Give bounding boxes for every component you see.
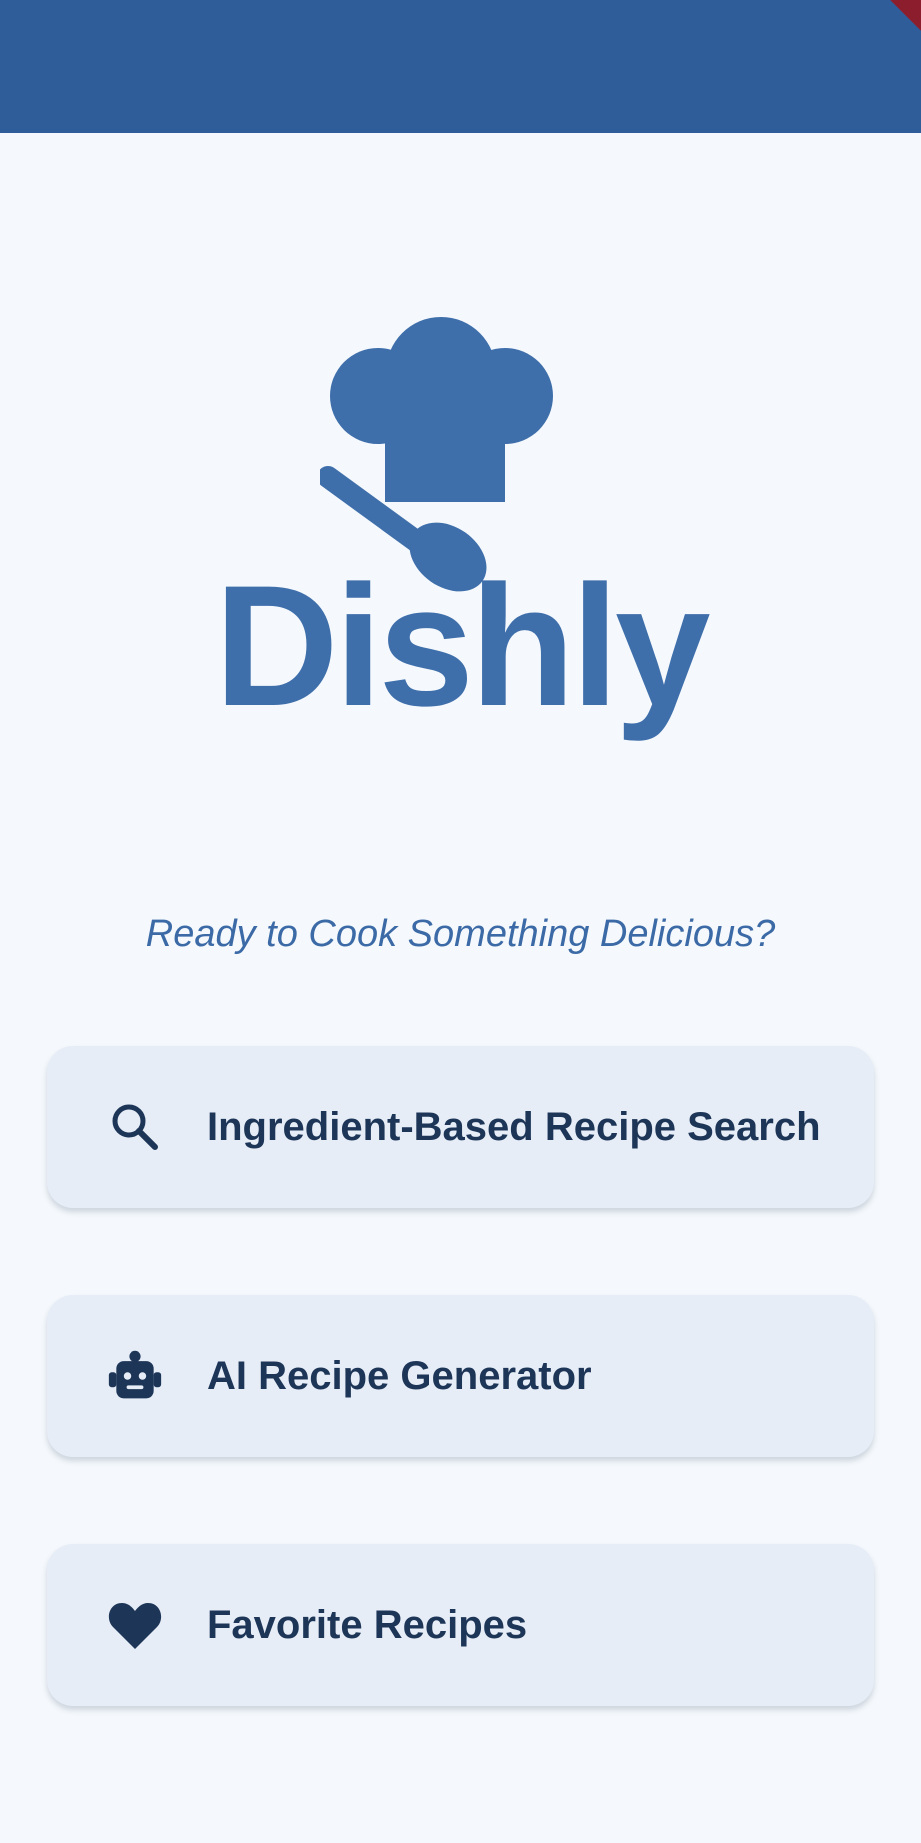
- ai-recipe-generator-label: AI Recipe Generator: [207, 1353, 592, 1398]
- tagline: Ready to Cook Something Delicious?: [145, 913, 776, 955]
- robot-icon: [107, 1348, 163, 1404]
- heart-icon: [107, 1597, 163, 1653]
- ai-recipe-generator-button[interactable]: AI Recipe Generator: [47, 1295, 874, 1457]
- favorite-recipes-button[interactable]: Favorite Recipes: [47, 1544, 874, 1706]
- debug-banner: [857, 0, 921, 45]
- favorite-recipes-label: Favorite Recipes: [207, 1602, 528, 1647]
- app-bar: [0, 0, 921, 133]
- brand-name: Dishly: [214, 550, 710, 742]
- search-icon: [107, 1099, 163, 1155]
- app-logo: [0, 300, 921, 592]
- ingredient-search-button[interactable]: Ingredient-Based Recipe Search: [47, 1046, 874, 1208]
- ingredient-search-label: Ingredient-Based Recipe Search: [207, 1104, 821, 1149]
- home-screen: Dishly Ready to Cook Something Delicious…: [0, 0, 921, 1843]
